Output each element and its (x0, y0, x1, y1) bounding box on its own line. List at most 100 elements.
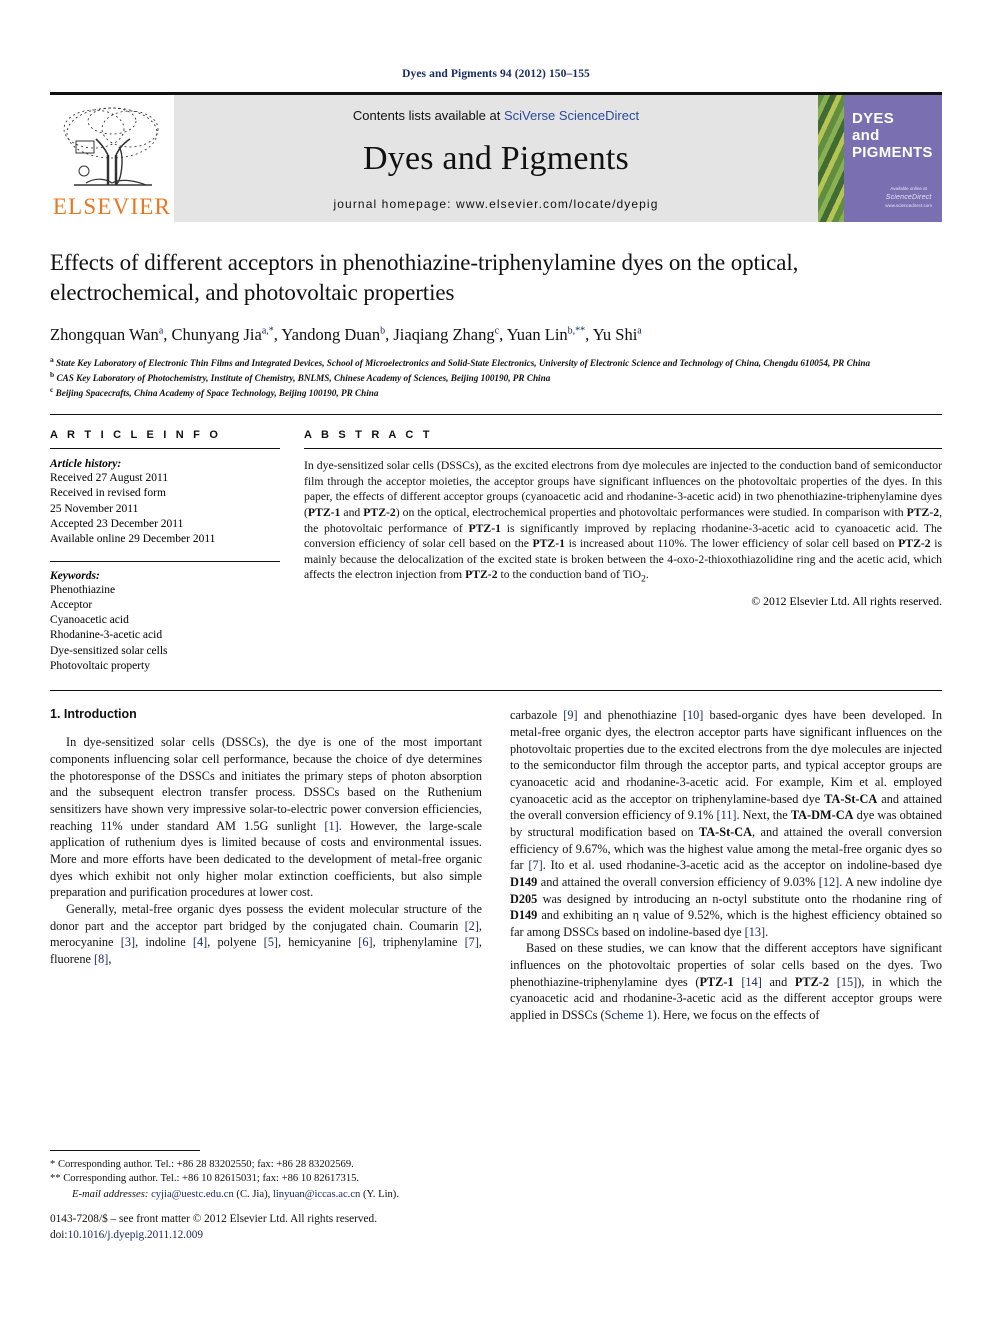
title-block: Effects of different acceptors in phenot… (50, 248, 942, 400)
dye-label: PTZ-2 (898, 537, 931, 551)
dye-label: PTZ-1 (532, 537, 565, 551)
issn-front-matter: 0143-7208/$ – see front matter © 2012 El… (50, 1213, 378, 1225)
contents-available-line: Contents lists available at SciVerse Sci… (353, 108, 639, 123)
body-column-left: 1. Introduction In dye-sensitized solar … (50, 707, 482, 1023)
footnote-rule (50, 1150, 200, 1151)
sciencedirect-link[interactable]: SciVerse ScienceDirect (504, 108, 639, 123)
cover-footer: Available online at ScienceDirect www.sc… (885, 186, 932, 210)
journal-cover-thumbnail: DYES and PIGMENTS Available online at Sc… (818, 95, 942, 222)
dye-label: PTZ-2 (363, 506, 396, 520)
keywords-label: Keywords: (50, 569, 100, 582)
cover-art-strip (818, 95, 844, 222)
para-seg: . (765, 924, 769, 939)
dye-label: D149 (510, 874, 538, 889)
abstract-copyright: © 2012 Elsevier Ltd. All rights reserved… (751, 594, 942, 608)
keywords-rule (50, 560, 280, 562)
email-owner-1: (C. Jia), (236, 1188, 271, 1200)
article-info-heading: A R T I C L E I N F O (50, 429, 222, 442)
running-head: Dyes and Pigments 94 (2012) 150–155 (402, 68, 590, 80)
cover-title-line-2: and (852, 126, 880, 144)
journal-article-page: Dyes and Pigments 94 (2012) 150–155 ELSE… (0, 0, 992, 1323)
para-seg: . A new indoline dye (839, 874, 943, 889)
reference-link[interactable]: [6] (358, 935, 372, 949)
affiliation-c: c Beijing Spacecrafts, China Academy of … (50, 385, 379, 399)
paragraph: In dye-sensitized solar cells (DSSCs), t… (50, 734, 482, 901)
abstract-text: In dye-sensitized solar cells (DSSCs), a… (304, 458, 942, 586)
reference-link[interactable]: [14] (741, 975, 762, 989)
reference-link[interactable]: [11] (716, 808, 736, 822)
para-seg: and (761, 974, 795, 989)
para-seg: , hemicyanine (277, 935, 359, 950)
cover-footer-url: www.sciencedirect.com (885, 203, 932, 209)
dye-label: PTZ-1 (699, 974, 734, 989)
reference-link[interactable]: [15] (837, 975, 858, 989)
reference-link[interactable]: [12] (819, 875, 840, 889)
para-seg: was designed by introducing an n-octyl s… (537, 891, 942, 906)
journal-homepage-link[interactable]: journal homepage: www.elsevier.com/locat… (334, 197, 659, 211)
doi-line: doi:10.1016/j.dyepig.2011.12.009 (50, 1228, 550, 1244)
reference-link[interactable]: [2] (465, 919, 479, 933)
para-seg: . Next, the (736, 808, 791, 823)
paragraph: Generally, metal-free organic dyes posse… (50, 901, 482, 968)
journal-masthead: ELSEVIER Contents lists available at Sci… (50, 92, 942, 222)
reference-link[interactable]: [7] (465, 935, 479, 949)
article-history-label: Article history: (50, 458, 122, 471)
affiliation-list: a State Key Laboratory of Electronic Thi… (50, 355, 942, 400)
para-seg: , (108, 951, 112, 966)
abstract-heading: A B S T R A C T (304, 429, 433, 442)
email-label: E-mail addresses: (72, 1188, 149, 1200)
email-link-1[interactable]: cyjia@uestc.edu.cn (151, 1189, 234, 1200)
para-seg: , indoline (135, 935, 193, 950)
article-info-column: A R T I C L E I N F O Article history: R… (50, 429, 280, 674)
reference-link[interactable]: [13] (745, 925, 766, 939)
dye-label: TA-St-CA (698, 824, 753, 839)
author-list: Zhongquan Wana, Chunyang Jiaa,*, Yandong… (50, 324, 642, 344)
doi-link[interactable]: 10.1016/j.dyepig.2011.12.009 (68, 1229, 203, 1241)
email-link-2[interactable]: linyuan@iccas.ac.cn (273, 1189, 360, 1200)
cover-title-line-1: DYES (852, 110, 895, 127)
body-column-right: carbazole [9] and phenothiazine [10] bas… (510, 707, 942, 1023)
reference-link[interactable]: [5] (264, 935, 278, 949)
abstract-seg-final: to the conduction band of TiO2. (497, 568, 649, 585)
reference-link[interactable]: [8] (94, 952, 108, 966)
paragraph: carbazole [9] and phenothiazine [10] bas… (510, 707, 942, 940)
para-seg: and phenothiazine (577, 708, 683, 723)
elsevier-logo: ELSEVIER (50, 95, 174, 222)
reference-link[interactable]: [7] (528, 858, 542, 872)
doi-label: doi: (50, 1228, 68, 1241)
paragraph: Based on these studies, we can know that… (510, 940, 942, 1023)
abstract-column: A B S T R A C T In dye-sensitized solar … (304, 429, 942, 674)
abstract-seg: ) on the optical, electrochemical proper… (395, 506, 907, 520)
reference-link[interactable]: [9] (563, 708, 577, 722)
keyword-item: Rhodanine-3-acetic acid (50, 629, 163, 642)
cover-title-line-3: PIGMENTS (852, 143, 933, 161)
reference-link[interactable]: [4] (193, 935, 207, 949)
para-seg: , polyene (207, 935, 264, 950)
keyword-item: Photovoltaic property (50, 660, 150, 672)
dye-label: D205 (510, 891, 538, 906)
email-addresses-note: E-mail addresses: cyjia@uestc.edu.cn (C.… (50, 1188, 464, 1202)
affiliation-a: a State Key Laboratory of Electronic Thi… (50, 354, 871, 368)
affiliation-b: b CAS Key Laboratory of Photochemistry, … (50, 369, 551, 383)
para-seg (829, 975, 837, 989)
history-item: Received 27 August 2011 (50, 472, 169, 485)
footnote-area: * Corresponding author. Tel.: +86 28 832… (50, 1150, 464, 1202)
contents-prefix: Contents lists available at (352, 108, 504, 123)
keyword-item: Phenothiazine (50, 583, 116, 596)
dye-label: PTZ-1 (468, 521, 501, 535)
keyword-item: Acceptor (50, 598, 93, 611)
history-item: Available online 29 December 2011 (50, 533, 216, 546)
scheme-link[interactable]: Scheme 1 (605, 1008, 653, 1022)
reference-link[interactable]: [3] (121, 935, 135, 949)
para-seg: , triphenylamine (372, 935, 465, 950)
para-seg: and exhibiting an η value of 9.52%, whic… (510, 908, 942, 939)
reference-link[interactable]: [1] (324, 819, 338, 833)
para-seg: carbazole (510, 708, 564, 723)
dye-label: PTZ-2 (465, 568, 498, 582)
para-seg: ). Here, we focus on the effects of (652, 1008, 820, 1023)
abstract-rule (304, 448, 942, 450)
history-item: Accepted 23 December 2011 (50, 518, 184, 531)
corresponding-author-note-2: ** Corresponding author. Tel.: +86 10 82… (50, 1173, 360, 1185)
reference-link[interactable]: [10] (683, 708, 704, 722)
dye-label: TA-DM-CA (790, 808, 854, 823)
